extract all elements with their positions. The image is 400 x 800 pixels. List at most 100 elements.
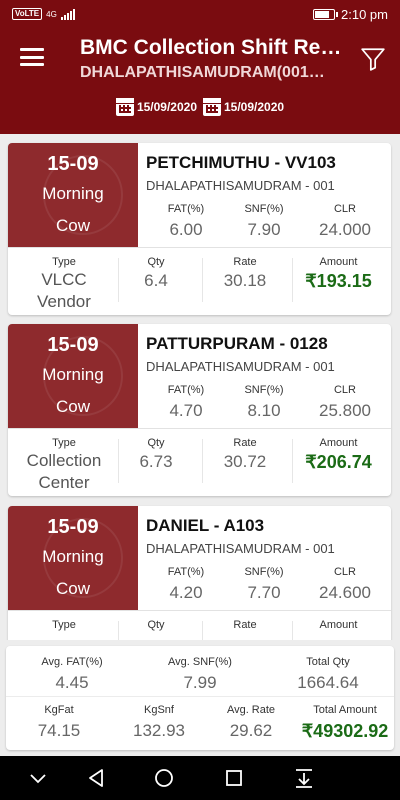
total-amount-label: Total Amount: [313, 704, 377, 716]
rate-field: Rate 30.18: [200, 256, 290, 291]
snf-value: 7.90: [247, 220, 281, 239]
total-amount-value: ₹49302.92: [301, 721, 389, 741]
rate-label: Rate: [233, 437, 257, 449]
record-card[interactable]: 15-09 Morning Cow DANIEL - A103 DHALAPAT…: [8, 506, 391, 640]
records-list[interactable]: 15-09 Morning Cow PETCHIMUTHU - VV103 DH…: [0, 134, 400, 640]
avg-rate: Avg. Rate 29.62: [206, 704, 296, 741]
supplier-name: DANIEL - A103: [146, 516, 265, 535]
watermark-emblem: [43, 518, 123, 598]
type-label: Type: [52, 437, 76, 449]
battery-icon: [313, 8, 339, 20]
clr-value: 24.000: [319, 220, 371, 239]
center-name: DHALAPATHISAMUDRAM - 001: [146, 541, 335, 556]
date-range: 15/09/2020 15/09/2020: [0, 98, 400, 116]
record-date-block: 15-09 Morning Cow: [8, 143, 138, 247]
clock: 2:10 pm: [341, 6, 388, 22]
rate-value: 30.72: [223, 452, 267, 471]
fat-label: FAT(%): [167, 203, 205, 215]
record-details: Type Qty Rate Amount: [8, 610, 391, 640]
total-amount: Total Amount ₹49302.92: [296, 704, 394, 742]
snf-label: SNF(%): [244, 203, 284, 215]
rate-field: Rate: [200, 619, 290, 631]
record-card[interactable]: 15-09 Morning Cow PETCHIMUTHU - VV103 DH…: [8, 143, 391, 315]
supplier-name: PATTURPURAM - 0128: [146, 334, 328, 353]
clr-label: CLR: [333, 203, 356, 215]
volte-badge: VoLTE: [12, 8, 43, 20]
notification-pull-icon[interactable]: [292, 766, 316, 790]
qty-label: Qty: [147, 256, 165, 268]
avg-snf: Avg. SNF(%) 7.99: [138, 656, 262, 693]
type-value-line2: Center: [38, 473, 90, 492]
rate-field: Rate 30.72: [200, 437, 290, 472]
center-name: DHALAPATHISAMUDRAM - 001: [146, 178, 335, 193]
fat-label: FAT(%): [167, 566, 205, 578]
record-details: Type VLCC Vendor Qty 6.4 Rate 30.18 Amount ₹1…: [8, 247, 391, 315]
type-field: Type VLCC Vendor: [12, 256, 116, 312]
qty-label: Qty: [147, 437, 165, 449]
to-date-picker[interactable]: 15/09/2020: [203, 98, 284, 116]
filter-icon[interactable]: [360, 46, 386, 72]
amount-field: Amount: [290, 619, 387, 631]
watermark-emblem: [43, 155, 123, 235]
back-icon[interactable]: [84, 766, 108, 790]
type-label: Type: [52, 256, 76, 268]
record-details: Type Collection Center Qty 6.73 Rate 30.72 A…: [8, 428, 391, 496]
kgfat-value: 74.15: [37, 721, 81, 740]
chevron-down-icon[interactable]: [26, 766, 50, 790]
qty-value: 6.73: [139, 452, 173, 471]
fat-value: 6.00: [169, 220, 203, 239]
avg-fat-value: 4.45: [55, 673, 89, 692]
fat-value: 4.70: [169, 401, 203, 420]
rate-value: 30.18: [223, 271, 267, 290]
calendar-icon: [115, 98, 134, 116]
clr-label: CLR: [333, 384, 356, 396]
snf-label: SNF(%): [244, 566, 284, 578]
amount-value: ₹193.15: [305, 271, 372, 291]
avg-snf-value: 7.99: [183, 673, 217, 692]
rate-label: Rate: [233, 619, 257, 631]
avg-snf-label: Avg. SNF(%): [168, 656, 232, 668]
total-qty-label: Total Qty: [306, 656, 350, 668]
fat-metric: FAT(%) 4.70: [146, 384, 226, 421]
kgsnf-value: 132.93: [133, 721, 185, 740]
page-subtitle: DHALAPATHISAMUDRAM(001…: [80, 64, 325, 81]
calendar-icon: [203, 98, 221, 116]
kgfat: KgFat 74.15: [6, 704, 112, 741]
avg-fat-label: Avg. FAT(%): [41, 656, 103, 668]
home-icon[interactable]: [152, 766, 176, 790]
fat-metric: FAT(%) 4.20: [146, 566, 226, 603]
avg-fat: Avg. FAT(%) 4.45: [6, 656, 138, 693]
record-card[interactable]: 15-09 Morning Cow PATTURPURAM - 0128 DHA…: [8, 324, 391, 496]
type-label: Type: [52, 619, 76, 631]
snf-metric: SNF(%) 8.10: [224, 384, 304, 421]
to-date-label: 15/09/2020: [224, 100, 285, 114]
type-field: Type Collection Center: [12, 437, 116, 493]
total-qty: Total Qty 1664.64: [262, 656, 394, 693]
amount-label: Amount: [319, 437, 358, 449]
menu-icon[interactable]: [20, 48, 44, 66]
record-date-block: 15-09 Morning Cow: [8, 324, 138, 428]
snf-metric: SNF(%) 7.70: [224, 566, 304, 603]
qty-field: Qty 6.4: [112, 256, 200, 291]
record-date-block: 15-09 Morning Cow: [8, 506, 138, 610]
avg-rate-label: Avg. Rate: [226, 704, 276, 716]
status-bar: VoLTE 4G 2:10 pm: [0, 0, 400, 28]
system-nav-bar: [0, 756, 400, 800]
qty-label: Qty: [147, 619, 165, 631]
snf-metric: SNF(%) 7.90: [224, 203, 304, 240]
type-value-line1: Collection: [26, 451, 102, 470]
page-title: BMC Collection Shift Re…: [80, 36, 342, 59]
supplier-name: PETCHIMUTHU - VV103: [146, 153, 336, 172]
status-left: VoLTE 4G: [12, 8, 75, 20]
fat-metric: FAT(%) 6.00: [146, 203, 226, 240]
qty-value: 6.4: [144, 271, 168, 290]
recents-icon[interactable]: [222, 766, 246, 790]
rate-label: Rate: [233, 256, 257, 268]
from-date-picker[interactable]: 15/09/2020: [115, 98, 197, 116]
clr-label: CLR: [333, 566, 356, 578]
amount-field: Amount ₹206.74: [290, 437, 387, 473]
network-type: 4G: [46, 9, 57, 19]
clr-value: 25.800: [319, 401, 371, 420]
kgsnf: KgSnf 132.93: [110, 704, 208, 741]
kgfat-label: KgFat: [44, 704, 74, 716]
